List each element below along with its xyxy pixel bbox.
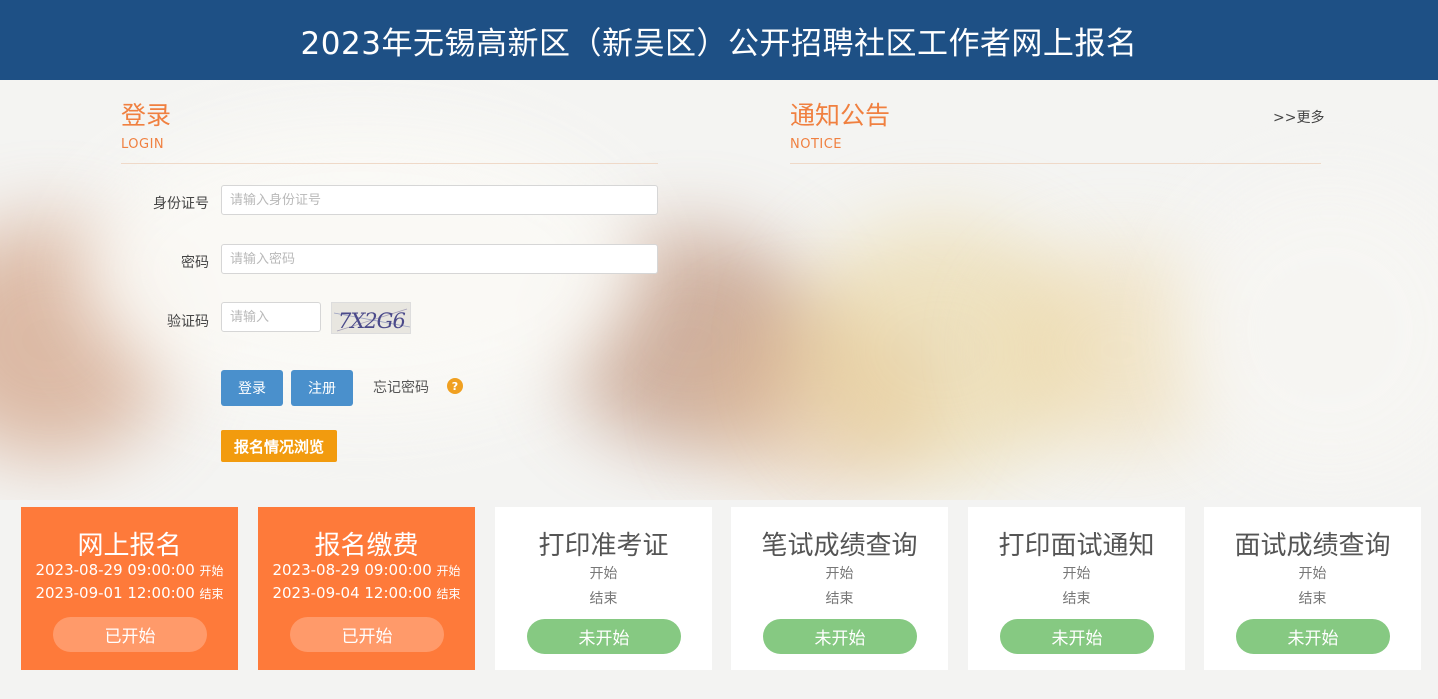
forgot-password-link[interactable]: 忘记密码 [373, 377, 429, 397]
card-end-time: 2023-09-01 12:00:00 结束 [35, 584, 224, 602]
login-subtitle: LOGIN [121, 137, 165, 152]
card-print-interview-notice[interactable]: 打印面试通知 开始 结束 未开始 [968, 507, 1185, 670]
card-start-label: 开始 [589, 566, 618, 582]
card-status-button[interactable]: 已开始 [53, 617, 207, 652]
notice-list [790, 170, 1321, 490]
question-mark-icon[interactable]: ? [447, 378, 463, 394]
card-start-label: 开始 [825, 566, 854, 582]
card-written-score-query[interactable]: 笔试成绩查询 开始 结束 未开始 [731, 507, 948, 670]
card-end-label: 结束 [1298, 591, 1327, 607]
id-number-label: 身份证号 [153, 196, 209, 212]
card-title: 报名缴费 [314, 531, 419, 561]
login-title: 登录 [121, 101, 172, 130]
register-button[interactable]: 注册 [291, 370, 353, 406]
card-end-label: 结束 [1062, 591, 1091, 607]
card-print-admission-ticket[interactable]: 打印准考证 开始 结束 未开始 [495, 507, 712, 670]
card-end-label: 结束 [589, 591, 618, 607]
page-title: 2023年无锡高新区（新吴区）公开招聘社区工作者网上报名 [300, 25, 1138, 62]
card-start-time: 2023-08-29 09:00:00 开始 [272, 561, 461, 579]
card-title: 打印面试通知 [998, 531, 1155, 561]
card-title: 打印准考证 [538, 531, 669, 561]
more-notices-link[interactable]: >>更多 [1273, 107, 1324, 127]
card-online-registration[interactable]: 网上报名 2023-08-29 09:00:00 开始 2023-09-01 1… [21, 507, 238, 670]
card-status-button[interactable]: 未开始 [763, 619, 917, 654]
captcha-graphic: 7X2G6 [333, 308, 410, 333]
login-button[interactable]: 登录 [221, 370, 283, 406]
card-start-time: 2023-08-29 09:00:00 开始 [35, 561, 224, 579]
captcha-label: 验证码 [167, 314, 209, 330]
captcha-input[interactable] [221, 302, 321, 332]
notice-divider [790, 163, 1321, 164]
card-start-label: 开始 [1298, 566, 1327, 582]
notice-title: 通知公告 [790, 101, 891, 130]
notice-subtitle: NOTICE [790, 137, 843, 152]
card-title: 笔试成绩查询 [761, 531, 918, 561]
login-divider [121, 163, 658, 164]
password-label: 密码 [181, 255, 209, 271]
card-end-label: 结束 [825, 591, 854, 607]
card-end-time: 2023-09-04 12:00:00 结束 [272, 584, 461, 602]
card-status-button[interactable]: 未开始 [1000, 619, 1154, 654]
password-input[interactable] [221, 244, 658, 274]
card-registration-payment[interactable]: 报名缴费 2023-08-29 09:00:00 开始 2023-09-04 1… [258, 507, 475, 670]
card-start-label: 开始 [1062, 566, 1091, 582]
card-interview-score-query[interactable]: 面试成绩查询 开始 结束 未开始 [1204, 507, 1421, 670]
page-header: 2023年无锡高新区（新吴区）公开招聘社区工作者网上报名 [0, 0, 1438, 80]
card-status-button[interactable]: 已开始 [290, 617, 444, 652]
card-title: 网上报名 [77, 531, 182, 561]
captcha-image[interactable]: 7X2G6 [331, 302, 411, 334]
card-status-button[interactable]: 未开始 [527, 619, 681, 654]
id-number-input[interactable] [221, 185, 658, 215]
captcha-text: 7X2G6 [338, 309, 405, 333]
card-status-button[interactable]: 未开始 [1236, 619, 1390, 654]
registration-browse-button[interactable]: 报名情况浏览 [221, 430, 337, 462]
card-title: 面试成绩查询 [1234, 531, 1391, 561]
